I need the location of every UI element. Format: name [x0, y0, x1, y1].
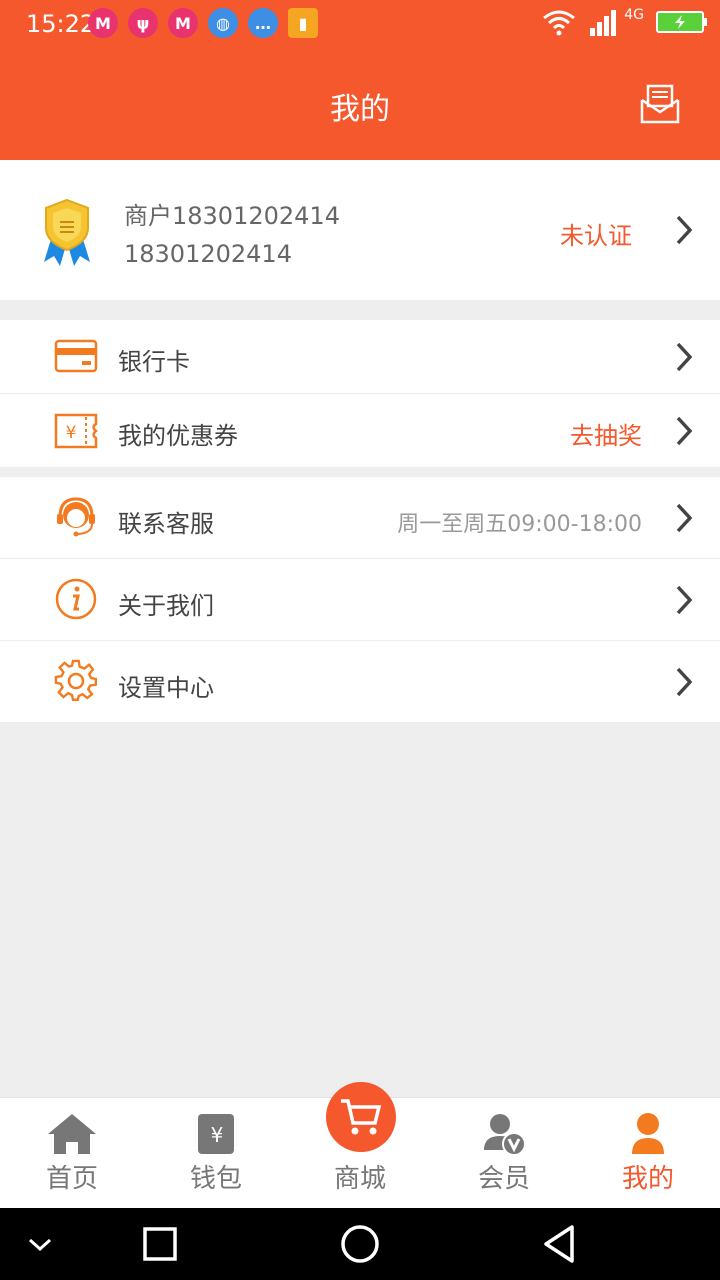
list-item-label: 我的优惠券 [118, 422, 238, 450]
tab-label: 钱包 [189, 1164, 242, 1194]
info-icon [55, 578, 97, 620]
battery-icon [656, 11, 707, 33]
chevron-right-icon [676, 342, 692, 372]
browser-notification-icon: ◍ [208, 8, 238, 38]
svg-text:¥: ¥ [66, 423, 77, 443]
message-icon[interactable] [638, 82, 682, 126]
coupon-icon: ¥ [54, 413, 98, 449]
medal-badge-icon [44, 198, 90, 266]
bank-card-icon [54, 339, 98, 373]
system-navigation-bar [0, 1208, 720, 1280]
support-section: 联系客服 周一至周五09:00-18:00 关于我们 设置中心 [0, 477, 720, 722]
app-header: 我的 [0, 50, 720, 160]
notification-icons: M ψ M ◍ … ▮ [88, 8, 318, 38]
wallet-icon: ¥ [198, 1114, 234, 1154]
chevron-right-icon [676, 585, 692, 615]
chevron-right-icon [676, 503, 692, 533]
network-type: 4G [624, 7, 644, 23]
chat-notification-icon: … [248, 8, 278, 38]
cart-icon [341, 1099, 382, 1135]
profile-card[interactable]: 商户18301202414 18301202414 未认证 [0, 160, 720, 300]
home-icon [48, 1114, 96, 1154]
tab-label: 首页 [45, 1164, 98, 1194]
svg-text:¥: ¥ [211, 1123, 224, 1147]
tab-mine[interactable]: 我的 [576, 1098, 720, 1209]
chevron-right-icon [676, 416, 692, 446]
home-button-icon[interactable] [336, 1222, 384, 1266]
signal-icon [590, 10, 617, 36]
list-item-label: 银行卡 [118, 348, 190, 376]
tab-member[interactable]: 会员 [432, 1098, 576, 1209]
member-icon [484, 1114, 526, 1156]
list-item-bank-card[interactable]: 银行卡 [0, 320, 720, 394]
list-item-customer-service[interactable]: 联系客服 周一至周五09:00-18:00 [0, 477, 720, 559]
back-icon[interactable] [536, 1222, 584, 1266]
tab-home[interactable]: 首页 [0, 1098, 144, 1209]
bookmark-notification-icon: ▮ [288, 8, 318, 38]
chevron-right-icon [676, 667, 692, 697]
tab-label: 商城 [333, 1164, 386, 1194]
bottom-tab-bar: 首页 ¥ 钱包 商城 会员 我的 [0, 1082, 720, 1209]
merchant-name: 商户18301202414 [124, 202, 340, 230]
wifi-icon [543, 10, 576, 36]
status-bar: 15:22 M ψ M ◍ … ▮ 4G [0, 0, 720, 50]
tab-label: 会员 [477, 1164, 530, 1194]
gmail-notification-icon-2: M [168, 8, 198, 38]
usb-notification-icon: ψ [128, 8, 158, 38]
verification-status[interactable]: 未认证 [560, 216, 632, 251]
recent-apps-icon[interactable] [136, 1222, 184, 1266]
lottery-link[interactable]: 去抽奖 [570, 416, 642, 451]
system-status-icons: 4G [542, 7, 708, 36]
settings-icon [54, 659, 97, 702]
tab-label: 我的 [621, 1164, 674, 1194]
customer-service-icon [57, 497, 95, 537]
list-item-about-us[interactable]: 关于我们 [0, 559, 720, 641]
gmail-notification-icon: M [88, 8, 118, 38]
mall-button[interactable] [326, 1082, 396, 1152]
list-item-label: 联系客服 [118, 510, 214, 538]
list-item-coupons[interactable]: ¥ 我的优惠券 去抽奖 [0, 394, 720, 467]
wallet-section: 银行卡 ¥ 我的优惠券 去抽奖 [0, 320, 720, 467]
list-item-label: 设置中心 [118, 674, 214, 702]
list-item-settings[interactable]: 设置中心 [0, 641, 720, 722]
merchant-phone: 18301202414 [124, 240, 292, 268]
chevron-down-icon[interactable] [16, 1222, 64, 1266]
list-item-label: 关于我们 [118, 592, 214, 620]
page-title: 我的 [330, 92, 390, 127]
chevron-right-icon [676, 215, 692, 245]
user-icon [632, 1113, 664, 1154]
service-hours: 周一至周五09:00-18:00 [397, 512, 642, 537]
status-time: 15:22 [26, 10, 96, 38]
tab-wallet[interactable]: ¥ 钱包 [144, 1098, 288, 1209]
